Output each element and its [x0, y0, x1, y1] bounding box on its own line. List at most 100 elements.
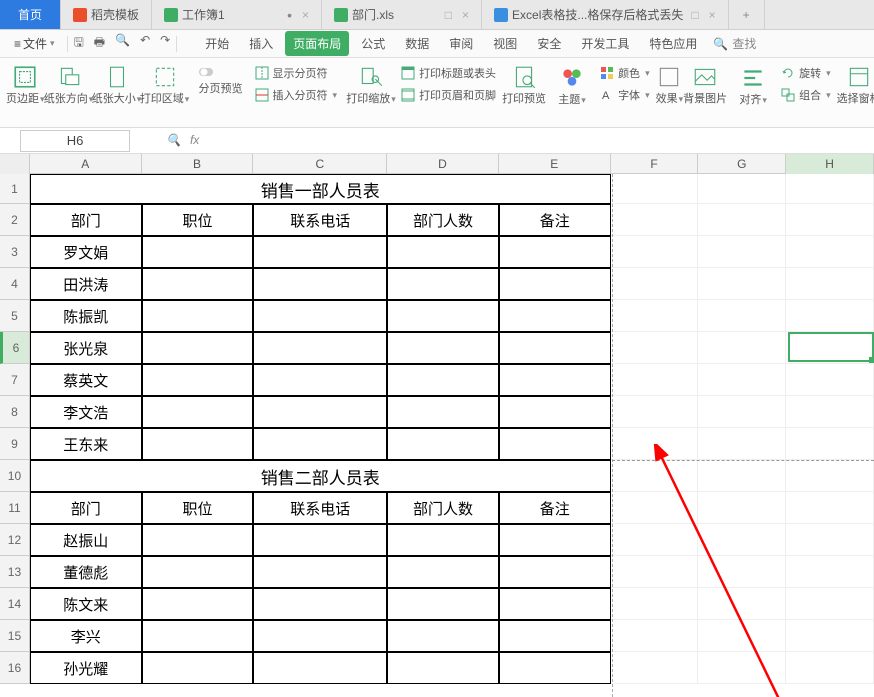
- pin-icon[interactable]: □: [445, 8, 452, 22]
- cell[interactable]: [698, 204, 786, 236]
- row-header[interactable]: 14: [0, 588, 30, 620]
- cell[interactable]: 王东来: [30, 428, 142, 460]
- cell[interactable]: [142, 556, 254, 588]
- table-title-cell[interactable]: 销售二部人员表: [30, 460, 611, 492]
- row-header[interactable]: 3: [0, 236, 30, 268]
- row-header[interactable]: 2: [0, 204, 30, 236]
- formula-input[interactable]: [207, 130, 874, 152]
- cell[interactable]: [698, 428, 786, 460]
- cell[interactable]: [387, 588, 499, 620]
- col-header-G[interactable]: G: [698, 154, 786, 174]
- cell[interactable]: [698, 396, 786, 428]
- cell[interactable]: 陈振凯: [30, 300, 142, 332]
- cell[interactable]: [786, 300, 874, 332]
- cell[interactable]: [611, 428, 699, 460]
- cell[interactable]: [253, 364, 387, 396]
- cell[interactable]: [142, 428, 254, 460]
- cell[interactable]: [611, 236, 699, 268]
- name-box[interactable]: H6: [20, 130, 130, 152]
- cell[interactable]: [499, 620, 611, 652]
- cell[interactable]: 孙光耀: [30, 652, 142, 684]
- cell[interactable]: [611, 460, 699, 492]
- cell[interactable]: [786, 588, 874, 620]
- cell[interactable]: [611, 652, 699, 684]
- ribbontab-pagelayout[interactable]: 页面布局: [285, 31, 349, 56]
- cell[interactable]: [611, 174, 699, 204]
- find-button[interactable]: 🔍查找: [713, 35, 756, 52]
- cell[interactable]: [786, 268, 874, 300]
- cell[interactable]: [786, 652, 874, 684]
- cell[interactable]: 备注: [499, 492, 611, 524]
- cell[interactable]: [698, 652, 786, 684]
- tab-home[interactable]: 首页: [0, 0, 61, 29]
- cell[interactable]: [786, 332, 874, 364]
- row-header[interactable]: 12: [0, 524, 30, 556]
- cell[interactable]: [786, 620, 874, 652]
- cell[interactable]: 蔡英文: [30, 364, 142, 396]
- cell[interactable]: 部门: [30, 204, 142, 236]
- cell[interactable]: [786, 492, 874, 524]
- cell[interactable]: [611, 268, 699, 300]
- cell[interactable]: [698, 300, 786, 332]
- file-menu-button[interactable]: ≡文件▾: [8, 32, 61, 55]
- cell[interactable]: [786, 428, 874, 460]
- header-footer-button[interactable]: 打印页眉和页脚: [397, 85, 500, 105]
- cell[interactable]: [698, 588, 786, 620]
- select-all-corner[interactable]: [0, 154, 30, 174]
- cell[interactable]: [142, 364, 254, 396]
- row-header[interactable]: 4: [0, 268, 30, 300]
- print-titles-button[interactable]: 打印标题或表头: [397, 63, 500, 83]
- row-header[interactable]: 11: [0, 492, 30, 524]
- col-header-B[interactable]: B: [142, 154, 254, 174]
- cell[interactable]: [253, 236, 387, 268]
- cell[interactable]: [387, 332, 499, 364]
- cell[interactable]: [253, 332, 387, 364]
- cell[interactable]: [698, 174, 786, 204]
- cell[interactable]: 赵振山: [30, 524, 142, 556]
- cell[interactable]: [253, 268, 387, 300]
- cell[interactable]: [499, 556, 611, 588]
- cell[interactable]: [499, 396, 611, 428]
- cell[interactable]: 部门人数: [387, 492, 499, 524]
- bgimg-button[interactable]: 背景图片: [683, 62, 727, 106]
- cell[interactable]: [698, 364, 786, 396]
- show-break-button[interactable]: 显示分页符: [251, 63, 342, 83]
- cell[interactable]: [499, 428, 611, 460]
- spreadsheet-grid[interactable]: A B C D E F G H 1销售一部人员表2部门职位联系电话部门人数备注3…: [0, 154, 874, 697]
- cell[interactable]: [698, 556, 786, 588]
- cell[interactable]: [786, 364, 874, 396]
- ribbontab-review[interactable]: 审阅: [441, 31, 481, 56]
- save-icon[interactable]: 🖫: [74, 33, 84, 54]
- cell[interactable]: [253, 652, 387, 684]
- row-header[interactable]: 16: [0, 652, 30, 684]
- cell[interactable]: 李兴: [30, 620, 142, 652]
- cell[interactable]: 张光泉: [30, 332, 142, 364]
- cell[interactable]: [786, 236, 874, 268]
- cell[interactable]: [387, 236, 499, 268]
- cell[interactable]: 李文浩: [30, 396, 142, 428]
- col-header-C[interactable]: C: [253, 154, 387, 174]
- cell[interactable]: [387, 556, 499, 588]
- cell[interactable]: [611, 204, 699, 236]
- cell[interactable]: 田洪涛: [30, 268, 142, 300]
- cell[interactable]: [611, 332, 699, 364]
- cell[interactable]: [253, 396, 387, 428]
- cell[interactable]: [142, 332, 254, 364]
- cell[interactable]: [142, 396, 254, 428]
- cell[interactable]: 部门: [30, 492, 142, 524]
- selection-pane-button[interactable]: 选择窗格: [837, 62, 874, 106]
- cell[interactable]: [786, 396, 874, 428]
- cell[interactable]: [611, 364, 699, 396]
- cell[interactable]: [698, 236, 786, 268]
- cell[interactable]: [611, 300, 699, 332]
- cell[interactable]: 职位: [142, 204, 254, 236]
- ribbontab-start[interactable]: 开始: [197, 31, 237, 56]
- cell[interactable]: [698, 460, 786, 492]
- size-button[interactable]: 纸张大小▾: [93, 62, 141, 106]
- color-button[interactable]: 颜色▾: [596, 63, 654, 83]
- cell[interactable]: [698, 524, 786, 556]
- print-icon[interactable]: 🖶: [94, 33, 105, 54]
- tab-template[interactable]: 稻壳模板: [61, 0, 152, 29]
- cell[interactable]: [611, 396, 699, 428]
- print-area-button[interactable]: 打印区域▾: [141, 62, 189, 106]
